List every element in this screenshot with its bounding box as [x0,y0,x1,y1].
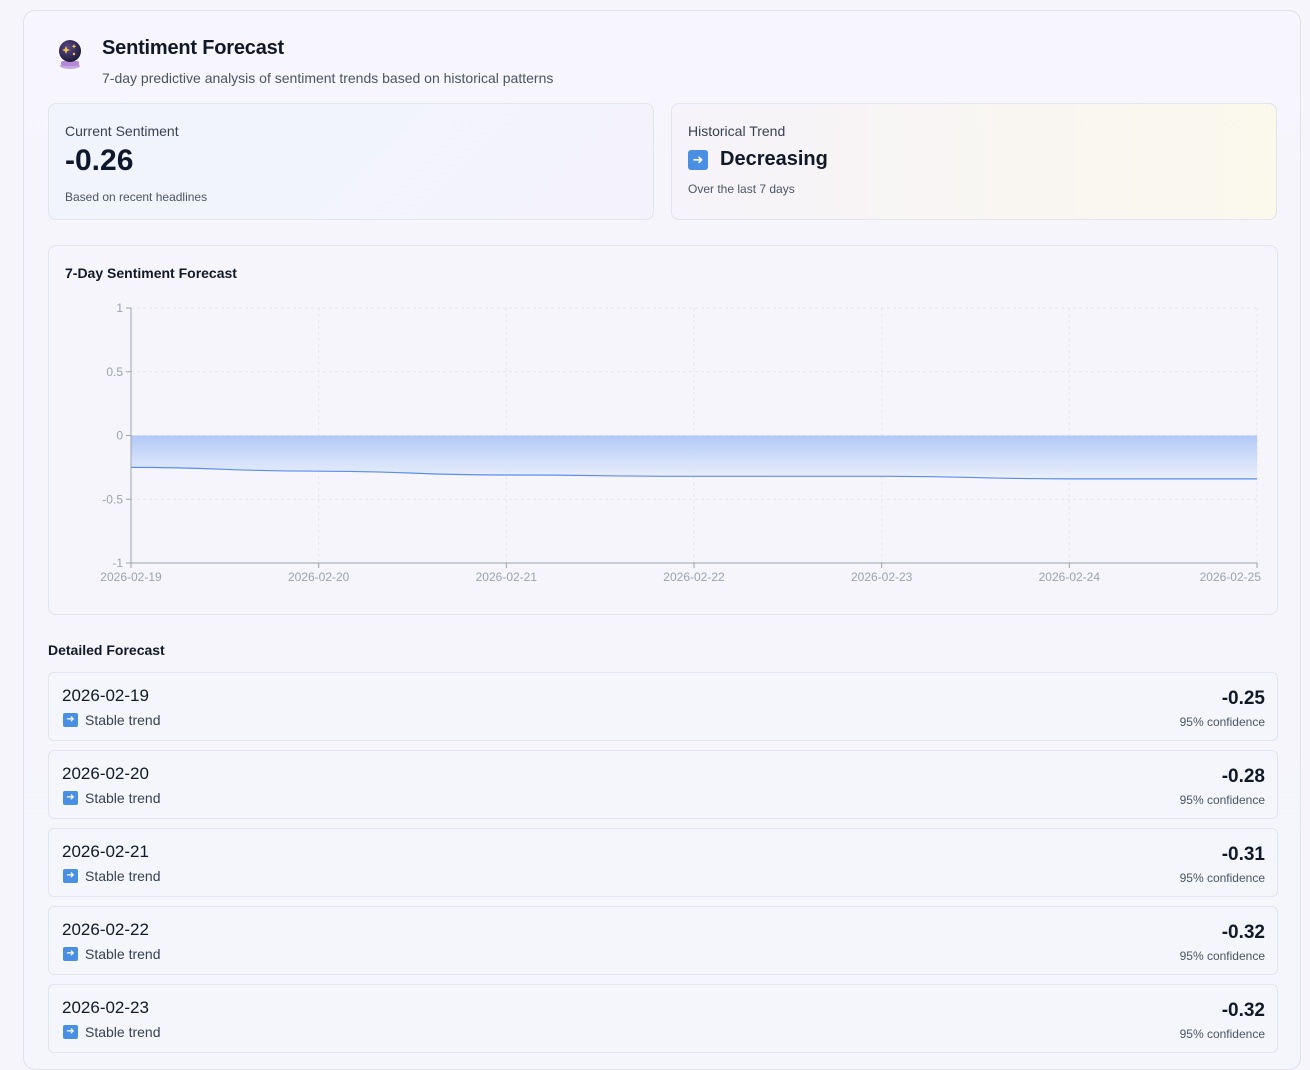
right-arrow-icon: ➜ [63,947,78,961]
crystal-ball-icon [59,40,81,69]
x-tick-label: 2026-02-25 [1200,570,1262,584]
forecast-row: 2026-02-23 ➜ Stable trend -0.32 95% confiden… [48,984,1278,1053]
forecast-row-date: 2026-02-20 [62,764,149,783]
forecast-row-confidence: 95% confidence [1179,793,1265,807]
current-sentiment-note: Based on recent headlines [65,190,208,204]
forecast-row-trend: ➜ Stable trend [63,790,161,806]
current-sentiment-value: -0.26 [65,144,134,177]
forecast-row-confidence: 95% confidence [1179,949,1265,963]
forecast-row-value: -0.31 [1221,844,1265,865]
forecast-row: 2026-02-21 ➜ Stable trend -0.31 95% confiden… [48,828,1278,897]
right-arrow-icon: ➜ [63,869,78,883]
x-tick-label: 2026-02-23 [851,570,913,584]
historical-trend-label: Historical Trend [688,123,786,139]
historical-trend-row: ➜ Decreasing [688,148,828,171]
forecast-chart: 1 0.5 0 -0.5 -12026-02-19 2026-02-20 2026-02-2… [100,301,1262,584]
historical-trend-note: Over the last 7 days [688,182,795,196]
forecast-row: 2026-02-20 ➜ Stable trend -0.28 95% confiden… [48,750,1278,819]
forecast-chart-card: 1 0.5 0 -0.5 -1 2026-02-19 2026-02-20 2026-02-2… [48,245,1278,615]
forecast-row-trend: ➜ Stable trend [63,946,161,962]
forecast-row: 2026-02-19 ➜ Stable trend -0.25 95% confiden… [48,672,1278,741]
forecast-row-confidence: 95% confidence [1179,871,1265,885]
forecast-row: 2026-02-22 ➜ Stable trend -0.32 95% confiden… [48,906,1278,975]
forecast-row-date: 2026-02-22 [62,920,149,939]
x-tick-label: 2026-02-24 [1039,570,1101,584]
right-arrow-icon: ➜ [63,1025,78,1039]
forecast-row-value: -0.25 [1221,688,1265,709]
forecast-row-trend: ➜ Stable trend [63,712,161,728]
right-arrow-icon: ➜ [63,713,78,727]
historical-trend-value: Decreasing [720,148,828,170]
forecast-row-value: -0.32 [1221,1000,1265,1021]
forecast-row-value: -0.28 [1221,766,1265,787]
forecast-row-trend: ➜ Stable trend [63,868,161,884]
forecast-row-date: 2026-02-23 [62,998,149,1017]
detailed-forecast-list: 2026-02-19 ➜ Stable trend -0.25 95% confiden… [48,672,1278,1062]
forecast-row-value: -0.32 [1221,922,1265,943]
detailed-forecast-title: Detailed Forecast [48,642,165,658]
y-tick-label: -1 [112,556,123,570]
y-tick-label: -0.5 [102,492,123,506]
forecast-row-trend-label: Stable trend [85,868,161,884]
forecast-row-trend-label: Stable trend [85,946,161,962]
x-tick-label: 2026-02-19 [100,570,162,584]
forecast-row-trend-label: Stable trend [85,712,161,728]
forecast-row-confidence: 95% confidence [1179,715,1265,729]
forecast-area [131,435,1257,479]
current-sentiment-card: Current Sentiment -0.26 Based on recent … [48,103,654,220]
forecast-row-trend-label: Stable trend [85,790,161,806]
y-tick-label: 0.5 [106,365,123,379]
x-tick-label: 2026-02-22 [663,570,725,584]
x-tick-label: 2026-02-21 [476,570,538,584]
right-arrow-icon: ➜ [63,791,78,805]
y-tick-label: 0 [116,429,123,443]
forecast-row-date: 2026-02-21 [62,842,149,861]
forecast-row-confidence: 95% confidence [1179,1027,1265,1041]
y-tick-label: 1 [116,301,123,315]
sentiment-forecast-panel: Sentiment Forecast 7-day predictive anal… [23,10,1301,1070]
right-arrow-icon: ➜ [688,149,708,170]
page-subtitle: 7-day predictive analysis of sentiment t… [102,70,554,86]
forecast-row-trend: ➜ Stable trend [63,1024,161,1040]
page-title: Sentiment Forecast [102,37,285,59]
x-tick-label: 2026-02-20 [288,570,350,584]
historical-trend-card: Historical Trend ➜ Decreasing Over the l… [671,103,1277,220]
forecast-row-trend-label: Stable trend [85,1024,161,1040]
chart-title: 7-Day Sentiment Forecast [65,265,237,281]
forecast-row-date: 2026-02-19 [62,686,149,705]
current-sentiment-label: Current Sentiment [65,123,179,139]
